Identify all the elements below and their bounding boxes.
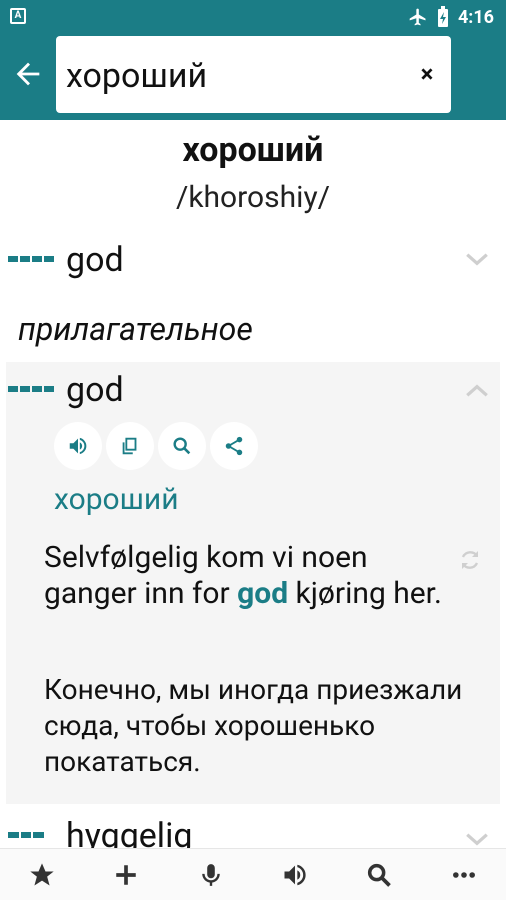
- speak-button[interactable]: [54, 422, 102, 470]
- speaker-icon: [284, 864, 306, 885]
- lookup-button[interactable]: [158, 422, 206, 470]
- toolbar: хороший ×: [0, 32, 506, 120]
- search-icon: [173, 437, 191, 455]
- headword: хороший: [182, 130, 324, 170]
- speaker-icon: [69, 437, 87, 455]
- star-icon: [30, 862, 54, 885]
- frequency-bar-icon: [8, 832, 45, 838]
- app-notification-icon: A: [10, 8, 26, 24]
- sense-word: god: [66, 370, 124, 410]
- clear-search-button[interactable]: ×: [413, 60, 441, 88]
- frequency-bar-icon: [8, 256, 54, 262]
- copy-icon: [122, 437, 137, 455]
- share-icon: [225, 436, 243, 456]
- search-field[interactable]: хороший ×: [56, 36, 451, 113]
- favorites-button[interactable]: [22, 855, 62, 895]
- sense-actions: [54, 422, 258, 470]
- example-text: kjøring her.: [288, 576, 442, 611]
- share-button[interactable]: [210, 422, 258, 470]
- arrow-left-icon: [16, 62, 40, 86]
- voice-input-button[interactable]: [191, 855, 231, 895]
- status-bar: A 4:16: [0, 0, 506, 32]
- copy-button[interactable]: [106, 422, 154, 470]
- plus-icon: [116, 864, 137, 885]
- chevron-up-icon[interactable]: [464, 378, 490, 404]
- mic-icon: [202, 863, 220, 886]
- back-button[interactable]: [8, 54, 48, 94]
- status-time: 4:16: [457, 6, 494, 28]
- refresh-icon[interactable]: [458, 548, 482, 572]
- frequency-bar-icon: [8, 386, 54, 392]
- example-sentence: Selvfølgelig kom vi noen ganger inn for …: [44, 540, 444, 612]
- more-icon: [452, 871, 475, 878]
- sense-word: god: [66, 240, 124, 280]
- airplane-mode-icon: [409, 8, 426, 26]
- example-highlight: god: [237, 576, 289, 611]
- pronounce-button[interactable]: [275, 855, 315, 895]
- more-button[interactable]: [444, 855, 484, 895]
- transliteration: /khoroshiy/: [175, 180, 331, 215]
- add-button[interactable]: [106, 855, 146, 895]
- battery-charging-icon: [437, 6, 448, 27]
- bottom-bar: [0, 848, 506, 900]
- search-input[interactable]: хороший: [66, 56, 207, 96]
- part-of-speech: прилагательное: [18, 310, 253, 348]
- search-button[interactable]: [359, 855, 399, 895]
- example-translation: Конечно, мы иногда приезжали сюда, чтобы…: [44, 673, 463, 778]
- translation[interactable]: хороший: [54, 482, 179, 517]
- chevron-down-icon[interactable]: [464, 246, 490, 272]
- search-icon: [368, 863, 392, 887]
